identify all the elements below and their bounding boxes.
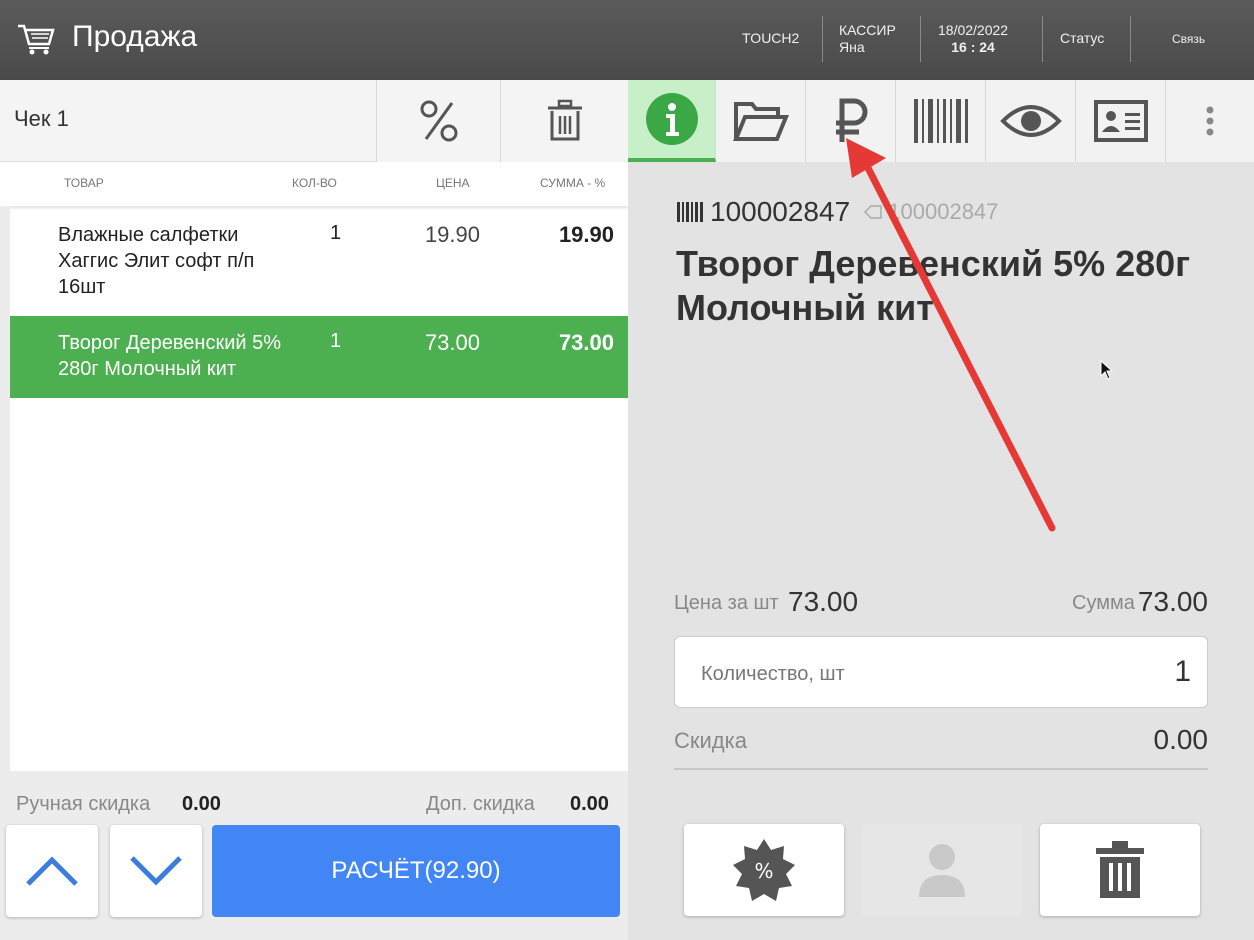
receipt-row[interactable]: Влажные салфетки Хаггис Элит софт п/п 16…: [10, 208, 628, 316]
quantity-value: 1: [1174, 655, 1191, 688]
scroll-down-button[interactable]: [110, 825, 202, 917]
assign-seller-button[interactable]: [862, 824, 1022, 916]
article-tag: 100002847: [864, 199, 998, 225]
tab-customer-card[interactable]: [1076, 80, 1166, 162]
header-divider: [822, 16, 823, 62]
barcode-value: 100002847: [710, 196, 851, 227]
tab-payment[interactable]: [806, 80, 896, 162]
receipt-column-headers: ТОВАР КОЛ-ВО ЦЕНА СУММА - %: [0, 162, 628, 206]
link-button[interactable]: Связь: [1172, 16, 1205, 62]
top-bar: Продажа TOUCH2 КАССИР Яна 18/02/2022 16 …: [0, 0, 1254, 80]
delete-item-button[interactable]: [1040, 824, 1200, 916]
extra-discount-label: Доп. скидка: [426, 793, 535, 815]
tab-barcode[interactable]: [896, 80, 986, 162]
manual-discount-value: 0.00: [182, 793, 221, 815]
tab-view[interactable]: [986, 80, 1076, 162]
person-icon: [919, 844, 965, 897]
tag-icon: [864, 205, 882, 219]
barcode-row: 100002847 100002847: [676, 196, 998, 228]
header-divider: [1042, 16, 1043, 62]
sum-label: Сумма: [1072, 592, 1135, 614]
barcode-icon: [677, 202, 703, 222]
cashier-info: КАССИР Яна: [839, 16, 896, 62]
chevron-down-icon: [130, 856, 182, 886]
eye-icon: [999, 105, 1062, 137]
article-value: 100002847: [888, 199, 999, 224]
mouse-cursor-icon: [1100, 360, 1114, 380]
item-name: Творог Деревенский 5% 280г Молочный кит: [58, 332, 281, 380]
item-details-panel: 100002847 100002847 Творог Деревенский 5…: [628, 80, 1254, 940]
item-price: 73.00: [424, 330, 480, 355]
datetime: 18/02/2022 16 : 24: [938, 16, 1008, 62]
receipt-footer: Ручная скидка 0.00 Доп. скидка 0.00 РАСЧ…: [0, 771, 628, 940]
item-name: Влажные салфетки Хаггис Элит софт п/п 16…: [58, 224, 255, 298]
page-title: Продажа: [72, 20, 198, 53]
info-icon: [645, 93, 698, 145]
cashier-name: Яна: [839, 39, 865, 55]
product-name: Творог Деревенский 5% 280г Молочный кит: [676, 243, 1191, 328]
item-qty: 1: [330, 330, 342, 352]
item-sum: 73.00: [558, 330, 614, 355]
cashier-label: КАССИР: [839, 21, 896, 38]
date-text: 18/02/2022: [938, 21, 1009, 38]
item-sum: 19.90: [558, 222, 614, 247]
delete-receipt-button[interactable]: [500, 80, 628, 162]
receipt-row-selected[interactable]: Творог Деревенский 5% 280г Молочный кит …: [10, 316, 650, 398]
quantity-placeholder: Количество, шт: [701, 663, 845, 685]
receipt-label: Чек 1: [14, 106, 69, 131]
unit-price-value: 73.00: [788, 586, 859, 617]
item-qty: 1: [330, 222, 342, 244]
trash-icon: [547, 99, 582, 141]
tab-info[interactable]: [628, 80, 716, 162]
barcode-icon: [913, 99, 968, 143]
quantity-field[interactable]: Количество, шт 1: [674, 636, 1208, 708]
svg-text:%: %: [754, 859, 773, 883]
discount-value: 0.00: [1153, 724, 1209, 755]
receipt-panel: Чек 1 ТОВАР КОЛ-ВО ЦЕНА СУММА - % Влажны…: [0, 80, 650, 940]
sum-value: 73.00: [1137, 586, 1208, 617]
more-vert-icon: [1206, 106, 1214, 136]
percent-icon: [420, 100, 457, 142]
status-button[interactable]: Статус: [1060, 16, 1104, 62]
divider: [674, 768, 1208, 770]
ruble-icon: [835, 98, 867, 142]
receipt-header: Чек 1: [0, 80, 628, 162]
col-product: ТОВАР: [64, 176, 104, 190]
header-divider: [1130, 16, 1131, 62]
list-gutter: [0, 206, 10, 771]
details-toolbar: [628, 80, 1254, 162]
id-card-icon: [1093, 100, 1148, 142]
unit-price-label: Цена за шт: [674, 592, 779, 614]
discount-button[interactable]: [376, 80, 500, 162]
scroll-up-button[interactable]: [6, 825, 98, 917]
chevron-up-icon: [26, 856, 78, 886]
col-price: ЦЕНА: [436, 176, 470, 190]
tab-open[interactable]: [716, 80, 806, 162]
extra-discount-value: 0.00: [570, 793, 609, 815]
header-divider: [920, 16, 921, 62]
folder-open-icon: [732, 102, 789, 141]
terminal-name: TOUCH2: [742, 30, 800, 47]
more-menu-button[interactable]: [1166, 80, 1254, 162]
pay-button[interactable]: РАСЧЁТ(92.90): [212, 825, 620, 917]
discount-label: Скидка: [674, 728, 747, 753]
col-qty: КОЛ-ВО: [292, 176, 337, 190]
cart-icon: [18, 24, 55, 55]
manual-discount-label: Ручная скидка: [16, 793, 151, 815]
time-text: 16 : 24: [951, 39, 995, 55]
item-discount-button[interactable]: %: [684, 824, 844, 916]
col-sum: СУММА - %: [540, 176, 606, 190]
item-price: 19.90: [424, 222, 480, 247]
trash-icon: [1096, 841, 1144, 898]
discount-badge-icon: %: [733, 839, 795, 901]
